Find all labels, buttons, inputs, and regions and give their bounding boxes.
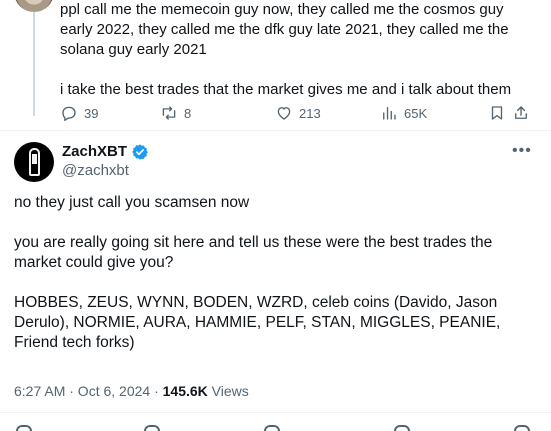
analytics-bars-icon bbox=[383, 107, 396, 120]
views-button[interactable]: 65K bbox=[380, 104, 427, 122]
bookmark-button[interactable] bbox=[488, 104, 506, 122]
tweet-paragraph: you are really going sit here and tell u… bbox=[14, 234, 493, 271]
retweet-icon bbox=[162, 106, 176, 120]
author-avatar[interactable] bbox=[14, 142, 54, 182]
parent-tweet-action-bar: 39 8 213 65K bbox=[60, 103, 532, 123]
like-count: 213 bbox=[299, 105, 321, 121]
avatar-figure-icon bbox=[29, 148, 40, 176]
verified-badge-icon bbox=[132, 144, 148, 160]
main-tweet-action-bar bbox=[14, 421, 539, 431]
retweet-button[interactable]: 8 bbox=[160, 104, 191, 122]
like-button[interactable]: 213 bbox=[275, 104, 321, 122]
bookmark-icon bbox=[491, 106, 503, 120]
tweet-metadata: 6:27 AM · Oct 6, 2024 · 145.6K Views bbox=[14, 382, 249, 400]
reply-icon bbox=[62, 106, 76, 122]
retweet-count: 8 bbox=[184, 105, 192, 121]
share-icon[interactable] bbox=[514, 425, 530, 431]
parent-author-avatar[interactable] bbox=[14, 0, 54, 12]
share-icon bbox=[515, 106, 527, 119]
author-handle[interactable]: @zachxbt bbox=[62, 162, 129, 180]
heart-icon[interactable] bbox=[264, 425, 280, 431]
more-options-icon[interactable]: ••• bbox=[512, 143, 532, 159]
tweet-divider bbox=[0, 412, 551, 413]
tweet-views-label: Views bbox=[207, 383, 249, 399]
parent-tweet-text: ppl call me the memecoin guy now, they c… bbox=[60, 0, 540, 100]
tweet-views-count: 145.6K bbox=[162, 383, 208, 399]
view-count: 65K bbox=[404, 105, 428, 121]
thread-connector-line bbox=[33, 12, 35, 116]
tweet-body: no they just call you scamsen now you ar… bbox=[14, 193, 539, 353]
parent-tweet-paragraph: ppl call me the memecoin guy now, they c… bbox=[60, 1, 509, 58]
retweet-icon[interactable] bbox=[144, 425, 160, 431]
tweet-timestamp[interactable]: 6:27 AM · Oct 6, 2024 · bbox=[14, 383, 163, 399]
reply-icon[interactable] bbox=[16, 425, 32, 431]
author-name[interactable]: ZachXBT bbox=[62, 143, 127, 161]
parent-tweet-paragraph: i take the best trades that the market g… bbox=[60, 81, 512, 98]
reply-button[interactable]: 39 bbox=[60, 104, 98, 122]
heart-icon bbox=[277, 107, 291, 120]
author-name-row[interactable]: ZachXBT bbox=[62, 143, 149, 161]
tweet-paragraph: no they just call you scamsen now bbox=[14, 194, 250, 211]
tweet-paragraph: HOBBES, ZEUS, WYNN, BODEN, WZRD, celeb c… bbox=[14, 294, 501, 351]
bookmark-icon[interactable] bbox=[394, 425, 410, 431]
tweet-divider bbox=[0, 130, 551, 131]
reply-count: 39 bbox=[84, 105, 99, 121]
share-button[interactable] bbox=[512, 104, 530, 122]
